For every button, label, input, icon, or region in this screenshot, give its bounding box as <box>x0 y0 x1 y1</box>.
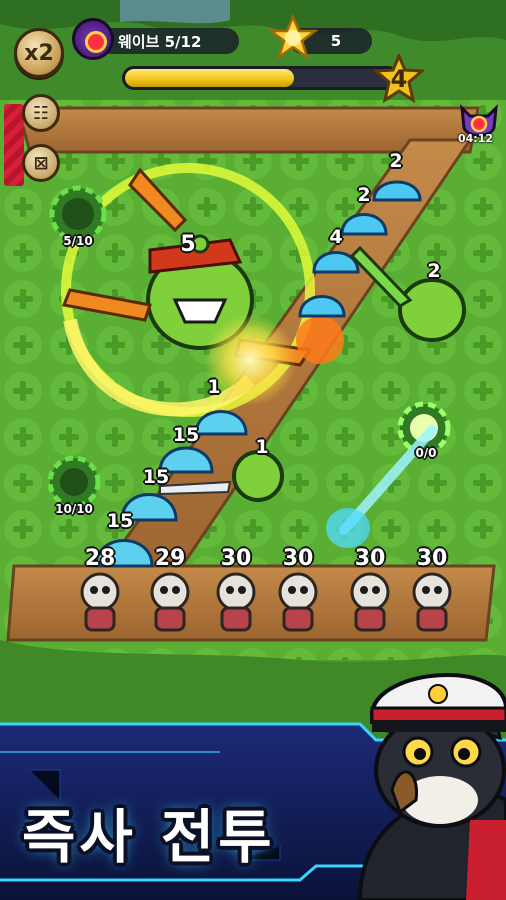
demon-eye-icon <box>72 18 114 60</box>
stats-button[interactable]: ☷ <box>22 94 60 132</box>
speed-toggle-button[interactable]: x2 <box>14 28 64 78</box>
slime-level: 15 <box>142 466 170 488</box>
boss-timer: 04:12 <box>458 132 494 145</box>
gear-unit-right-hp: 0/0 <box>415 446 437 460</box>
side-tab <box>4 104 24 186</box>
slime-level: 15 <box>106 510 134 532</box>
apple-level: 1 <box>255 436 269 458</box>
slime-level: 15 <box>172 424 200 446</box>
star-icon <box>268 14 318 61</box>
skeleton-level: 30 <box>220 546 252 571</box>
banner-title: 즉사 전투 <box>22 803 276 871</box>
level-badge: 4 <box>372 52 426 104</box>
skeleton-level: 28 <box>84 546 116 571</box>
hero-level: 5 <box>180 232 196 257</box>
skeleton-level: 30 <box>282 546 314 571</box>
cancel-swap-icon: ⊠ <box>33 152 49 174</box>
cancel-swap-button[interactable]: ⊠ <box>22 144 60 182</box>
skeleton-level: 29 <box>154 546 186 571</box>
level-number: 4 <box>390 65 408 93</box>
slime-level: 4 <box>329 226 343 248</box>
gear-unit-left-hp: 5/10 <box>63 234 93 248</box>
cat-general-character <box>357 673 506 900</box>
skeleton-level: 30 <box>354 546 386 571</box>
goblin-level: 2 <box>427 260 441 282</box>
wave-progress-fill <box>125 69 294 87</box>
chart-icon: ☷ <box>32 102 50 124</box>
wave-progress-bar <box>122 66 400 90</box>
star-count: 5 <box>330 32 342 50</box>
slime-level: 2 <box>389 150 403 172</box>
wave-label: 웨이브 5/12 <box>118 32 202 51</box>
gear-unit-left <box>49 185 107 243</box>
slime-level: 1 <box>207 376 221 398</box>
gear-unit-bottom-hp: 10/10 <box>55 502 93 516</box>
skeleton-level: 30 <box>416 546 448 571</box>
gear-unit-bottom <box>47 455 101 509</box>
speed-label: x2 <box>24 40 54 66</box>
slime-level: 2 <box>357 184 371 206</box>
